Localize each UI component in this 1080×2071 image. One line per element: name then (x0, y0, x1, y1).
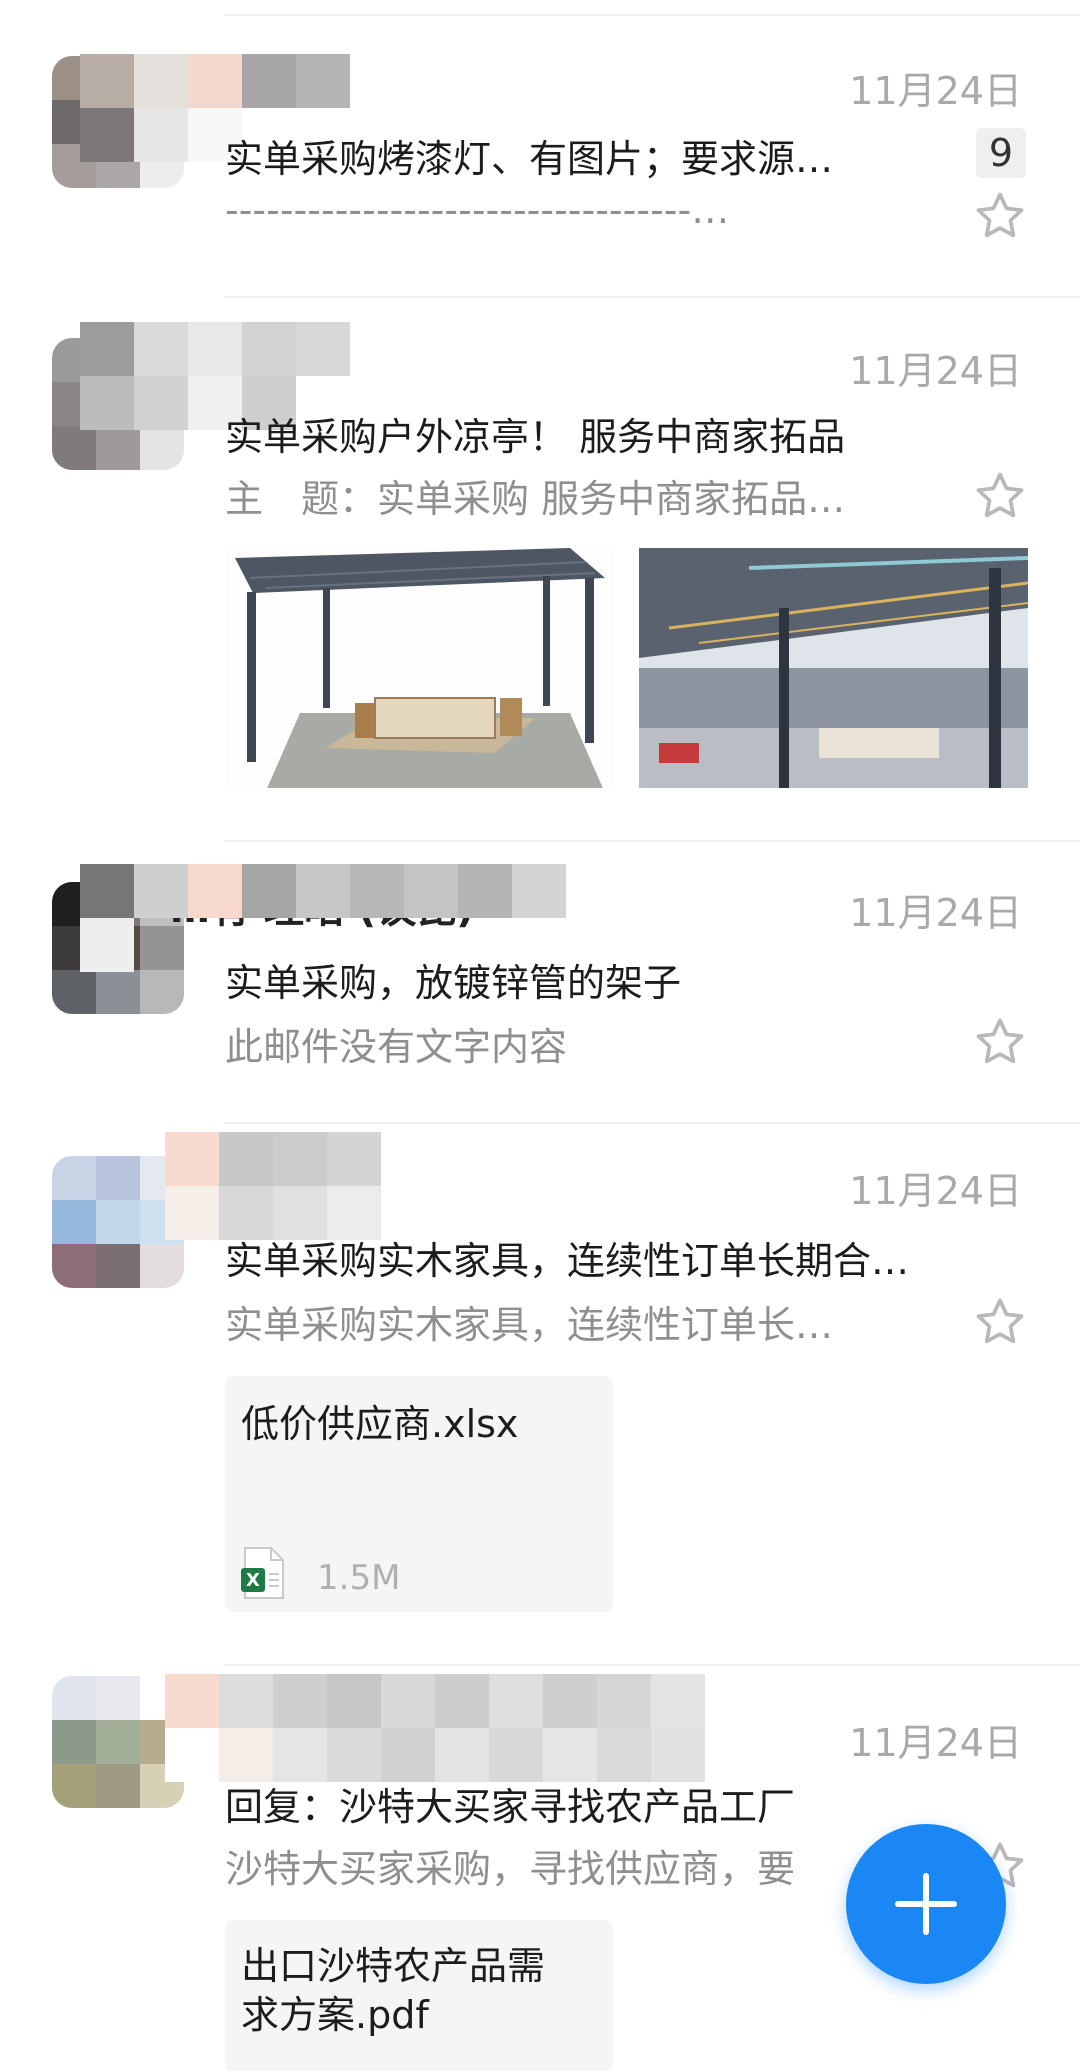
attachment-card[interactable]: 低价供应商.xlsx X 1.5M (225, 1376, 613, 1612)
mail-subject: 实单采购户外凉亭！ 服务中商家拓品 (225, 415, 846, 459)
mail-list-item[interactable]: …有 理昭 (议昆) 11月24日 实单采购，放镀锌管的架子 此邮件没有文字内容 (0, 842, 1080, 1122)
mail-subject: 实单采购，放镀锌管的架子 (225, 961, 682, 1005)
mail-date: 11月24日 (849, 891, 1022, 935)
svg-text:X: X (246, 1570, 260, 1591)
mail-preview: 此邮件没有文字内容 (225, 1025, 568, 1069)
mail-date: 11月24日 (849, 349, 1022, 393)
star-icon[interactable] (972, 468, 1028, 524)
attachment-name: 低价供应商.xlsx (241, 1402, 519, 1446)
sender-name-redacted (165, 1132, 435, 1240)
mail-date: 11月24日 (849, 69, 1022, 113)
attachment-name-line: 求方案.pdf (241, 1993, 429, 2038)
attachment-name: 出口沙特农产品需 求方案.pdf (241, 1942, 545, 2041)
pavilion-thumbnail-1[interactable] (225, 548, 615, 788)
mail-preview: 实单采购实木家具，连续性订单长… (225, 1303, 834, 1347)
compose-button[interactable] (846, 1824, 1006, 1984)
mail-subject: 实单采购实木家具，连续性订单长期合… (225, 1239, 910, 1283)
pavilion-thumbnail-2[interactable] (639, 548, 1028, 788)
mail-list-item[interactable]: 11月24日 实单采购烤漆灯、有图片；要求源… 9 --------------… (0, 16, 1080, 296)
mail-preview: 沙特大买家采购，寻找供应商，要 (225, 1847, 796, 1891)
mail-preview: ----------------------------------… (225, 188, 730, 232)
star-icon[interactable] (972, 188, 1028, 244)
sender-name-redacted (165, 1674, 755, 1782)
thread-count-badge: 9 (976, 128, 1026, 178)
excel-file-icon: X (241, 1547, 284, 1599)
attachment-card[interactable]: 出口沙特农产品需 求方案.pdf (225, 1920, 613, 2071)
mail-date: 11月24日 (849, 1721, 1022, 1765)
attachment-name-line: 出口沙特农产品需 (241, 1944, 546, 1988)
plus-icon (846, 1824, 1006, 1984)
mail-subject: 实单采购烤漆灯、有图片；要求源… (225, 137, 834, 181)
attachment-size: 1.5M (317, 1558, 401, 1598)
star-icon[interactable] (972, 1294, 1028, 1350)
mail-date: 11月24日 (849, 1169, 1022, 1213)
mail-preview: 主 题：实单采购 服务中商家拓品… (225, 477, 846, 521)
mail-subject: 回复：沙特大买家寻找农产品工厂 (225, 1785, 796, 1829)
star-icon[interactable] (972, 1014, 1028, 1070)
mail-list-item[interactable]: 11月24日 实单采购实木家具，连续性订单长期合… 实单采购实木家具，连续性订单… (0, 1124, 1080, 1664)
